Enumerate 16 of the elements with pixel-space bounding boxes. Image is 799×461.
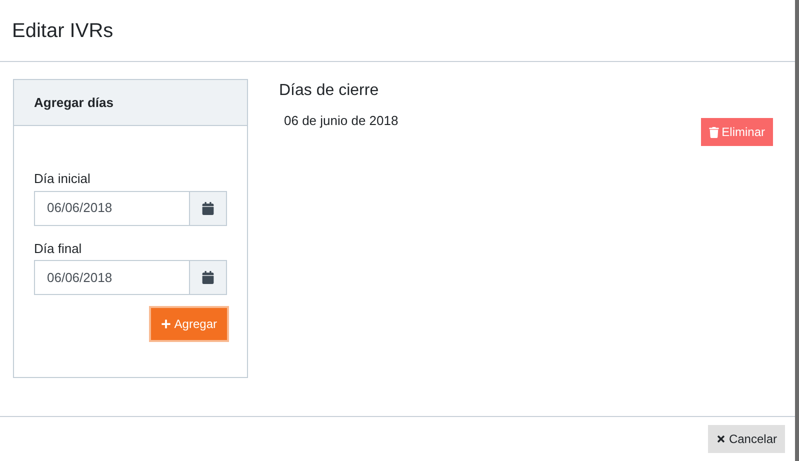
calendar-icon	[202, 202, 214, 214]
close-icon	[716, 434, 726, 444]
date-field[interactable]: 06/06/2018	[34, 260, 190, 295]
section-title: Días de cierre	[279, 81, 380, 101]
calendar-button[interactable]	[190, 260, 227, 295]
calendar-button[interactable]	[190, 190, 227, 226]
dialog-title: Editar IVRs	[12, 18, 114, 44]
panel-title: Agregar días	[34, 94, 114, 112]
calendar-icon	[202, 271, 214, 284]
cancel-button[interactable]: Cancelar	[708, 425, 785, 453]
closing-date: 06 de junio de 2018	[284, 112, 398, 130]
field-label: Día inicial	[34, 170, 92, 188]
trash-icon	[708, 126, 719, 138]
plus-icon	[161, 319, 172, 329]
date-field[interactable]: 06/06/2018	[34, 190, 190, 226]
field-label: Día final	[34, 240, 83, 258]
